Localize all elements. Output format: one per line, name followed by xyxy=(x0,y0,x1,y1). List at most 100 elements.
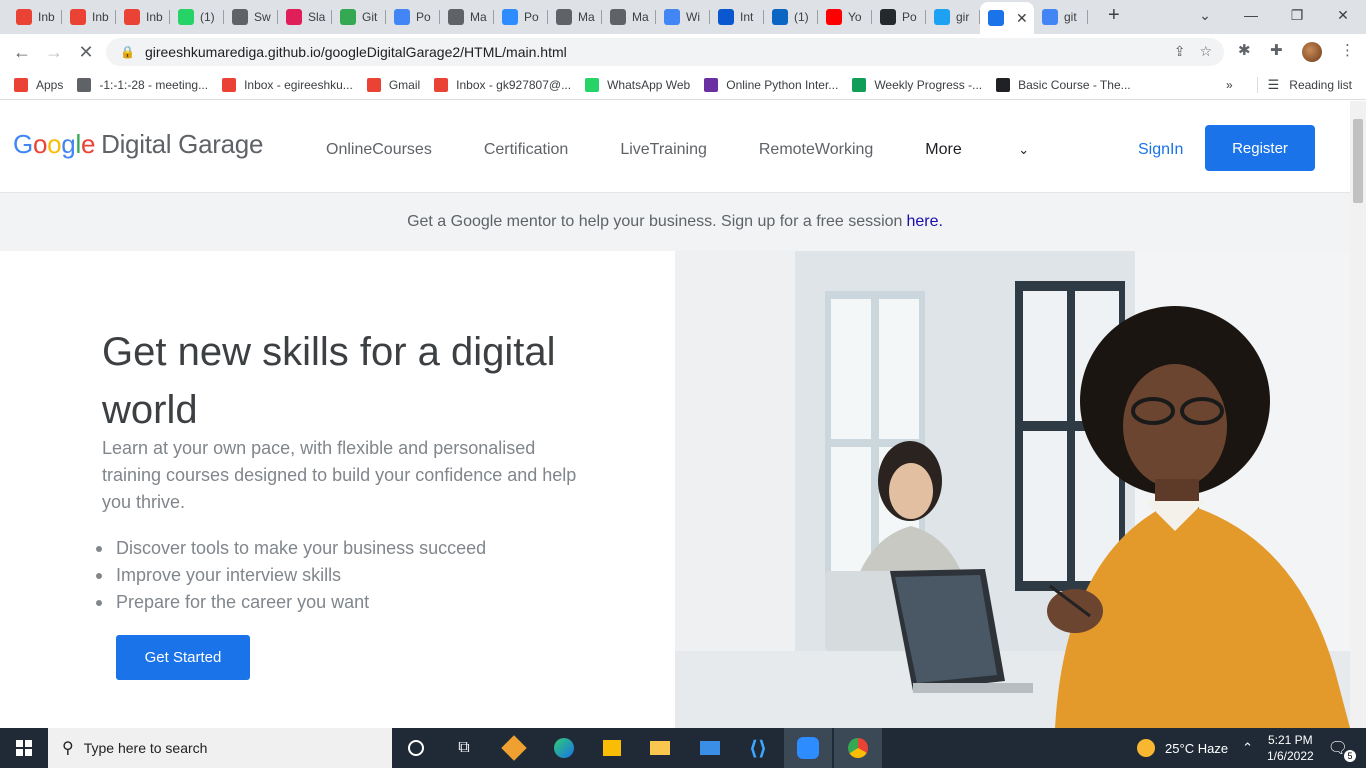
bookmark-item[interactable]: WhatsApp Web xyxy=(585,77,690,92)
stop-loading-icon[interactable]: ✕ xyxy=(74,40,98,64)
site-header: Google Digital Garage OnlineCourses Certi… xyxy=(0,101,1350,193)
browser-tab[interactable]: Po xyxy=(386,4,440,30)
tab-label: Yo xyxy=(848,10,862,24)
mentor-banner: Get a Google mentor to help your busines… xyxy=(0,193,1350,251)
browser-tab[interactable]: git xyxy=(1034,4,1088,30)
back-icon[interactable]: ← xyxy=(10,40,34,64)
weather-text[interactable]: 25°C Haze xyxy=(1165,741,1228,756)
address-bar[interactable]: 🔒 gireeshkumarediga.github.io/googleDigi… xyxy=(106,38,1224,66)
logo-letter: G xyxy=(13,129,33,159)
extensions-puzzle-icon[interactable]: ✚ xyxy=(1270,41,1283,59)
python-icon xyxy=(704,77,719,92)
notification-icon[interactable]: 🗨 5 xyxy=(1328,738,1356,762)
mail-icon[interactable] xyxy=(686,728,734,768)
bookmark-item[interactable]: Gmail xyxy=(366,77,420,92)
bookmark-item[interactable]: Weekly Progress -... xyxy=(852,77,982,92)
zoom-icon xyxy=(502,9,518,25)
close-tab-icon[interactable]: ✕ xyxy=(1016,10,1028,27)
browser-tab[interactable]: Ma xyxy=(602,4,656,30)
google-icon xyxy=(1042,9,1058,25)
bookmark-item[interactable]: -1:-1:-28 - meeting... xyxy=(77,77,208,92)
weather-icon[interactable] xyxy=(1137,739,1156,757)
gmail-icon xyxy=(124,9,140,25)
nav-remote-working[interactable]: RemoteWorking xyxy=(759,141,873,159)
page-scrollbar[interactable] xyxy=(1350,101,1366,728)
tab-search-icon[interactable]: ⌄ xyxy=(1182,0,1228,30)
reading-list-button[interactable]: Reading list xyxy=(1289,78,1352,92)
browser-tab[interactable]: Po xyxy=(872,4,926,30)
nav-more-label: More xyxy=(925,141,962,158)
close-window-button[interactable]: ✕ xyxy=(1320,0,1366,30)
chrome-icon[interactable] xyxy=(834,728,882,768)
logo-letter: o xyxy=(32,129,48,159)
bookmark-item[interactable]: Inbox - egireeshku... xyxy=(222,77,353,92)
file-explorer-icon[interactable] xyxy=(636,728,684,768)
task-view-icon[interactable]: ⧉ xyxy=(440,728,488,768)
get-started-button[interactable]: Get Started xyxy=(116,635,250,680)
nav-online-courses[interactable]: OnlineCourses xyxy=(326,141,432,159)
cortana-icon[interactable] xyxy=(392,728,440,768)
bookmarks-overflow-icon[interactable]: » xyxy=(1226,78,1233,92)
notification-count: 5 xyxy=(1344,750,1356,762)
bookmark-item[interactable]: Apps xyxy=(14,77,63,92)
browser-tab[interactable]: gir xyxy=(926,4,980,30)
site-logo[interactable]: Google Digital Garage xyxy=(13,129,263,160)
hero-description: Learn at your own pace, with flexible an… xyxy=(102,438,577,512)
browser-menu-icon[interactable]: ⋮ xyxy=(1340,41,1355,59)
browser-tab[interactable]: Po xyxy=(494,4,548,30)
browser-tab[interactable]: Sw xyxy=(224,4,278,30)
browser-tab[interactable]: Int xyxy=(710,4,764,30)
logo-letter: e xyxy=(80,129,96,159)
bookmark-star-icon[interactable]: ☆ xyxy=(1199,43,1212,60)
browser-tab[interactable]: Inb xyxy=(62,4,116,30)
chevron-up-icon[interactable]: ⌃ xyxy=(1242,740,1253,756)
new-tab-button[interactable]: + xyxy=(1108,4,1120,27)
taskbar-search-input[interactable]: ⚲ Type here to search xyxy=(48,728,392,768)
extension-bug-icon[interactable]: ✱ xyxy=(1238,41,1251,59)
reading-list-icon[interactable]: ☰ xyxy=(1268,77,1280,93)
forward-icon[interactable]: → xyxy=(42,40,66,64)
nav-live-training[interactable]: LiveTraining xyxy=(620,141,707,159)
maximize-button[interactable]: ❐ xyxy=(1274,0,1320,30)
vscode-icon[interactable]: ⟨⟩ xyxy=(734,728,782,768)
minimize-button[interactable]: — xyxy=(1228,0,1274,30)
windows-start-icon[interactable] xyxy=(0,728,48,768)
twitter-icon xyxy=(934,9,950,25)
url-text[interactable]: gireeshkumarediga.github.io/googleDigita… xyxy=(145,44,567,60)
main-nav: OnlineCourses Certification LiveTraining… xyxy=(326,141,1133,159)
list-item: Improve your interview skills xyxy=(95,562,486,589)
lock-icon[interactable]: 🔒 xyxy=(120,45,135,59)
browser-tab[interactable]: Ma xyxy=(548,4,602,30)
hero-feature-list: Discover tools to make your business suc… xyxy=(95,535,486,616)
browser-tab[interactable]: Sla xyxy=(278,4,332,30)
browser-tab[interactable]: (1) xyxy=(764,4,818,30)
edge-icon[interactable] xyxy=(540,728,588,768)
clock[interactable]: 5:21 PM 1/6/2022 xyxy=(1267,732,1314,764)
bookmark-item[interactable]: Online Python Inter... xyxy=(704,77,838,92)
scrollbar-thumb[interactable] xyxy=(1353,119,1363,203)
browser-tab[interactable]: (1) xyxy=(170,4,224,30)
profile-avatar[interactable] xyxy=(1302,42,1322,62)
nav-more-dropdown[interactable]: More ⌄ xyxy=(925,141,1081,159)
browser-tab[interactable]: Yo xyxy=(818,4,872,30)
browser-tab[interactable]: ✕ xyxy=(980,2,1034,34)
bookmark-item[interactable]: Basic Course - The... xyxy=(996,77,1131,92)
zoom-icon[interactable] xyxy=(784,728,832,768)
hero-image xyxy=(675,251,1350,728)
globe-icon xyxy=(448,9,464,25)
browser-tab[interactable]: Wi xyxy=(656,4,710,30)
banner-link[interactable]: here. xyxy=(906,213,942,231)
browser-tab[interactable]: Inb xyxy=(116,4,170,30)
register-button[interactable]: Register xyxy=(1205,125,1315,171)
bookmark-item[interactable]: Inbox - gk927807@... xyxy=(434,77,571,92)
browser-tab[interactable]: Inb xyxy=(8,4,62,30)
signin-link[interactable]: SignIn xyxy=(1138,141,1183,159)
tab-label: Po xyxy=(416,10,431,24)
store-icon[interactable] xyxy=(588,728,636,768)
git-app-icon[interactable] xyxy=(490,728,538,768)
browser-tab[interactable]: Git xyxy=(332,4,386,30)
browser-tab[interactable]: Ma xyxy=(440,4,494,30)
loading-icon xyxy=(988,10,1004,26)
nav-certification[interactable]: Certification xyxy=(484,141,568,159)
share-icon[interactable]: ⇪ xyxy=(1174,43,1186,60)
